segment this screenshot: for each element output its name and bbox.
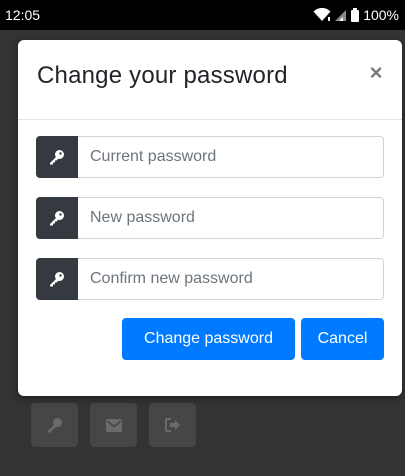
signal-icon bbox=[335, 10, 347, 21]
confirm-password-addon bbox=[36, 258, 78, 300]
modal-title: Change your password bbox=[37, 62, 288, 89]
battery-percent: 100% bbox=[363, 7, 399, 23]
key-icon bbox=[50, 150, 64, 165]
change-password-button[interactable]: Change password bbox=[122, 318, 295, 360]
new-password-field bbox=[36, 197, 384, 239]
new-password-addon bbox=[36, 197, 78, 239]
confirm-password-input[interactable] bbox=[78, 258, 384, 300]
current-password-addon bbox=[36, 136, 78, 178]
current-password-field bbox=[36, 136, 384, 178]
cancel-button[interactable]: Cancel bbox=[301, 318, 384, 360]
background-logout-button[interactable] bbox=[149, 403, 196, 447]
background-mail-button[interactable] bbox=[90, 403, 137, 447]
key-icon bbox=[47, 418, 62, 433]
key-icon bbox=[50, 272, 64, 287]
status-time: 12:05 bbox=[5, 7, 41, 23]
current-password-input[interactable] bbox=[78, 136, 384, 178]
key-icon bbox=[50, 211, 64, 226]
background-key-button[interactable] bbox=[31, 403, 78, 447]
sign-out-icon bbox=[164, 418, 180, 432]
close-button[interactable]: × bbox=[366, 62, 386, 84]
modal-header: Change your password × bbox=[18, 40, 402, 120]
wifi-icon bbox=[313, 8, 331, 21]
battery-icon bbox=[351, 8, 360, 22]
status-icons: 100% bbox=[313, 7, 399, 23]
envelope-icon bbox=[105, 418, 122, 432]
new-password-input[interactable] bbox=[78, 197, 384, 239]
change-password-modal: Change your password × Change password C… bbox=[18, 40, 402, 396]
background-toolbar bbox=[31, 403, 196, 447]
status-bar: 12:05 100% bbox=[0, 0, 405, 30]
confirm-password-field bbox=[36, 258, 384, 300]
